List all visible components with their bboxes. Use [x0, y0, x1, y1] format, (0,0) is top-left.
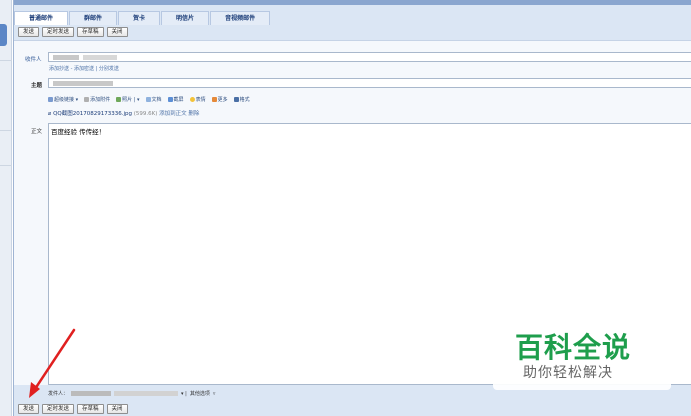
bottom-toolbar: 发送 定时发送 存草稿 关闭: [18, 404, 128, 414]
font-format-icon: [233, 97, 239, 102]
add-cc-links[interactable]: 添加抄送 - 添加密送 | 分别发送: [49, 65, 119, 72]
strip-divider: [0, 130, 12, 131]
sender-label: 发件人：: [48, 391, 69, 397]
tool-emoji[interactable]: 表情: [189, 96, 206, 103]
attachment-filename[interactable]: QQ截图20170829173336.jpg: [53, 111, 132, 117]
attachment-actions[interactable]: 添加到正文 删除: [159, 111, 199, 117]
recipient-redacted: [83, 55, 117, 60]
scheduled-send-button[interactable]: 定时发送: [42, 27, 75, 37]
to-label: 收件人: [25, 57, 42, 63]
tool-document[interactable]: 文档: [145, 96, 162, 103]
mail-type-tabs: 普通邮件 群邮件 贺卡 明信片 音视频邮件: [14, 11, 271, 25]
smiley-icon: [189, 97, 195, 102]
sender-dropdown-icon[interactable]: ▾ |: [181, 391, 187, 397]
sender-row: 发件人： ▾ | 其他选项 ▿: [48, 390, 216, 398]
send-button[interactable]: 发送: [18, 404, 40, 414]
tab-normal-mail[interactable]: 普通邮件: [14, 11, 69, 25]
tool-photo[interactable]: 照片 | ▾: [116, 96, 140, 103]
subject-redacted: [53, 81, 113, 86]
tab-greeting-card[interactable]: 贺卡: [118, 11, 161, 25]
to-field[interactable]: [48, 52, 691, 62]
chevron-down-icon: ▿: [212, 390, 216, 397]
scheduled-send-button[interactable]: 定时发送: [42, 404, 75, 414]
collapse-handle[interactable]: [0, 24, 7, 46]
photo-icon: [116, 97, 122, 102]
top-toolbar: 发送 定时发送 存草稿 关闭: [18, 27, 128, 37]
editor-toolbar: 超级链接 ▾ 添加附件 照片 | ▾ 文档 截屏 表情 更多 格式: [48, 96, 250, 103]
tool-attach[interactable]: 添加附件: [84, 96, 110, 103]
tab-postcard[interactable]: 明信片: [161, 11, 210, 25]
window-top-bar: [14, 0, 691, 5]
tab-group-mail[interactable]: 群邮件: [69, 11, 118, 25]
watermark-title: 百科全说: [515, 331, 632, 364]
left-panel-strip: [0, 0, 12, 416]
other-options-link[interactable]: 其他选项: [190, 390, 210, 397]
watermark-logo: 百科全说 助你轻松解决: [493, 322, 671, 390]
body-label: 正文: [31, 129, 43, 135]
paperclip-icon: [84, 97, 90, 102]
more-icon: [211, 97, 217, 102]
recipient-redacted: [53, 55, 79, 60]
tool-hyperlink[interactable]: 超级链接 ▾: [48, 96, 78, 103]
save-draft-button[interactable]: 存草稿: [77, 404, 104, 414]
send-button[interactable]: 发送: [18, 27, 40, 37]
tab-video-mail[interactable]: 音视频邮件: [210, 11, 271, 25]
close-button[interactable]: 关闭: [106, 404, 128, 414]
sender-redacted: [71, 391, 112, 396]
close-button[interactable]: 关闭: [106, 27, 128, 37]
document-icon: [145, 97, 151, 102]
save-draft-button[interactable]: 存草稿: [77, 27, 104, 37]
tool-screenshot[interactable]: 截屏: [167, 96, 184, 103]
scissors-icon: [167, 97, 173, 102]
subject-label: 主题: [31, 83, 43, 89]
tool-format[interactable]: 格式: [233, 96, 250, 103]
watermark-subtitle: 助你轻松解决: [523, 365, 613, 381]
strip-divider: [0, 60, 12, 61]
strip-divider: [0, 165, 12, 166]
attachment-size: (599.6K): [133, 111, 158, 117]
subject-field[interactable]: [48, 78, 691, 88]
message-body-text: 百度经验 传传经！: [51, 128, 106, 136]
attachment-row: ⌀ QQ截图20170829173336.jpg (599.6K) 添加到正文 …: [48, 109, 199, 117]
sender-redacted: [114, 391, 179, 396]
tool-more[interactable]: 更多: [211, 96, 228, 103]
link-icon: [48, 97, 53, 102]
